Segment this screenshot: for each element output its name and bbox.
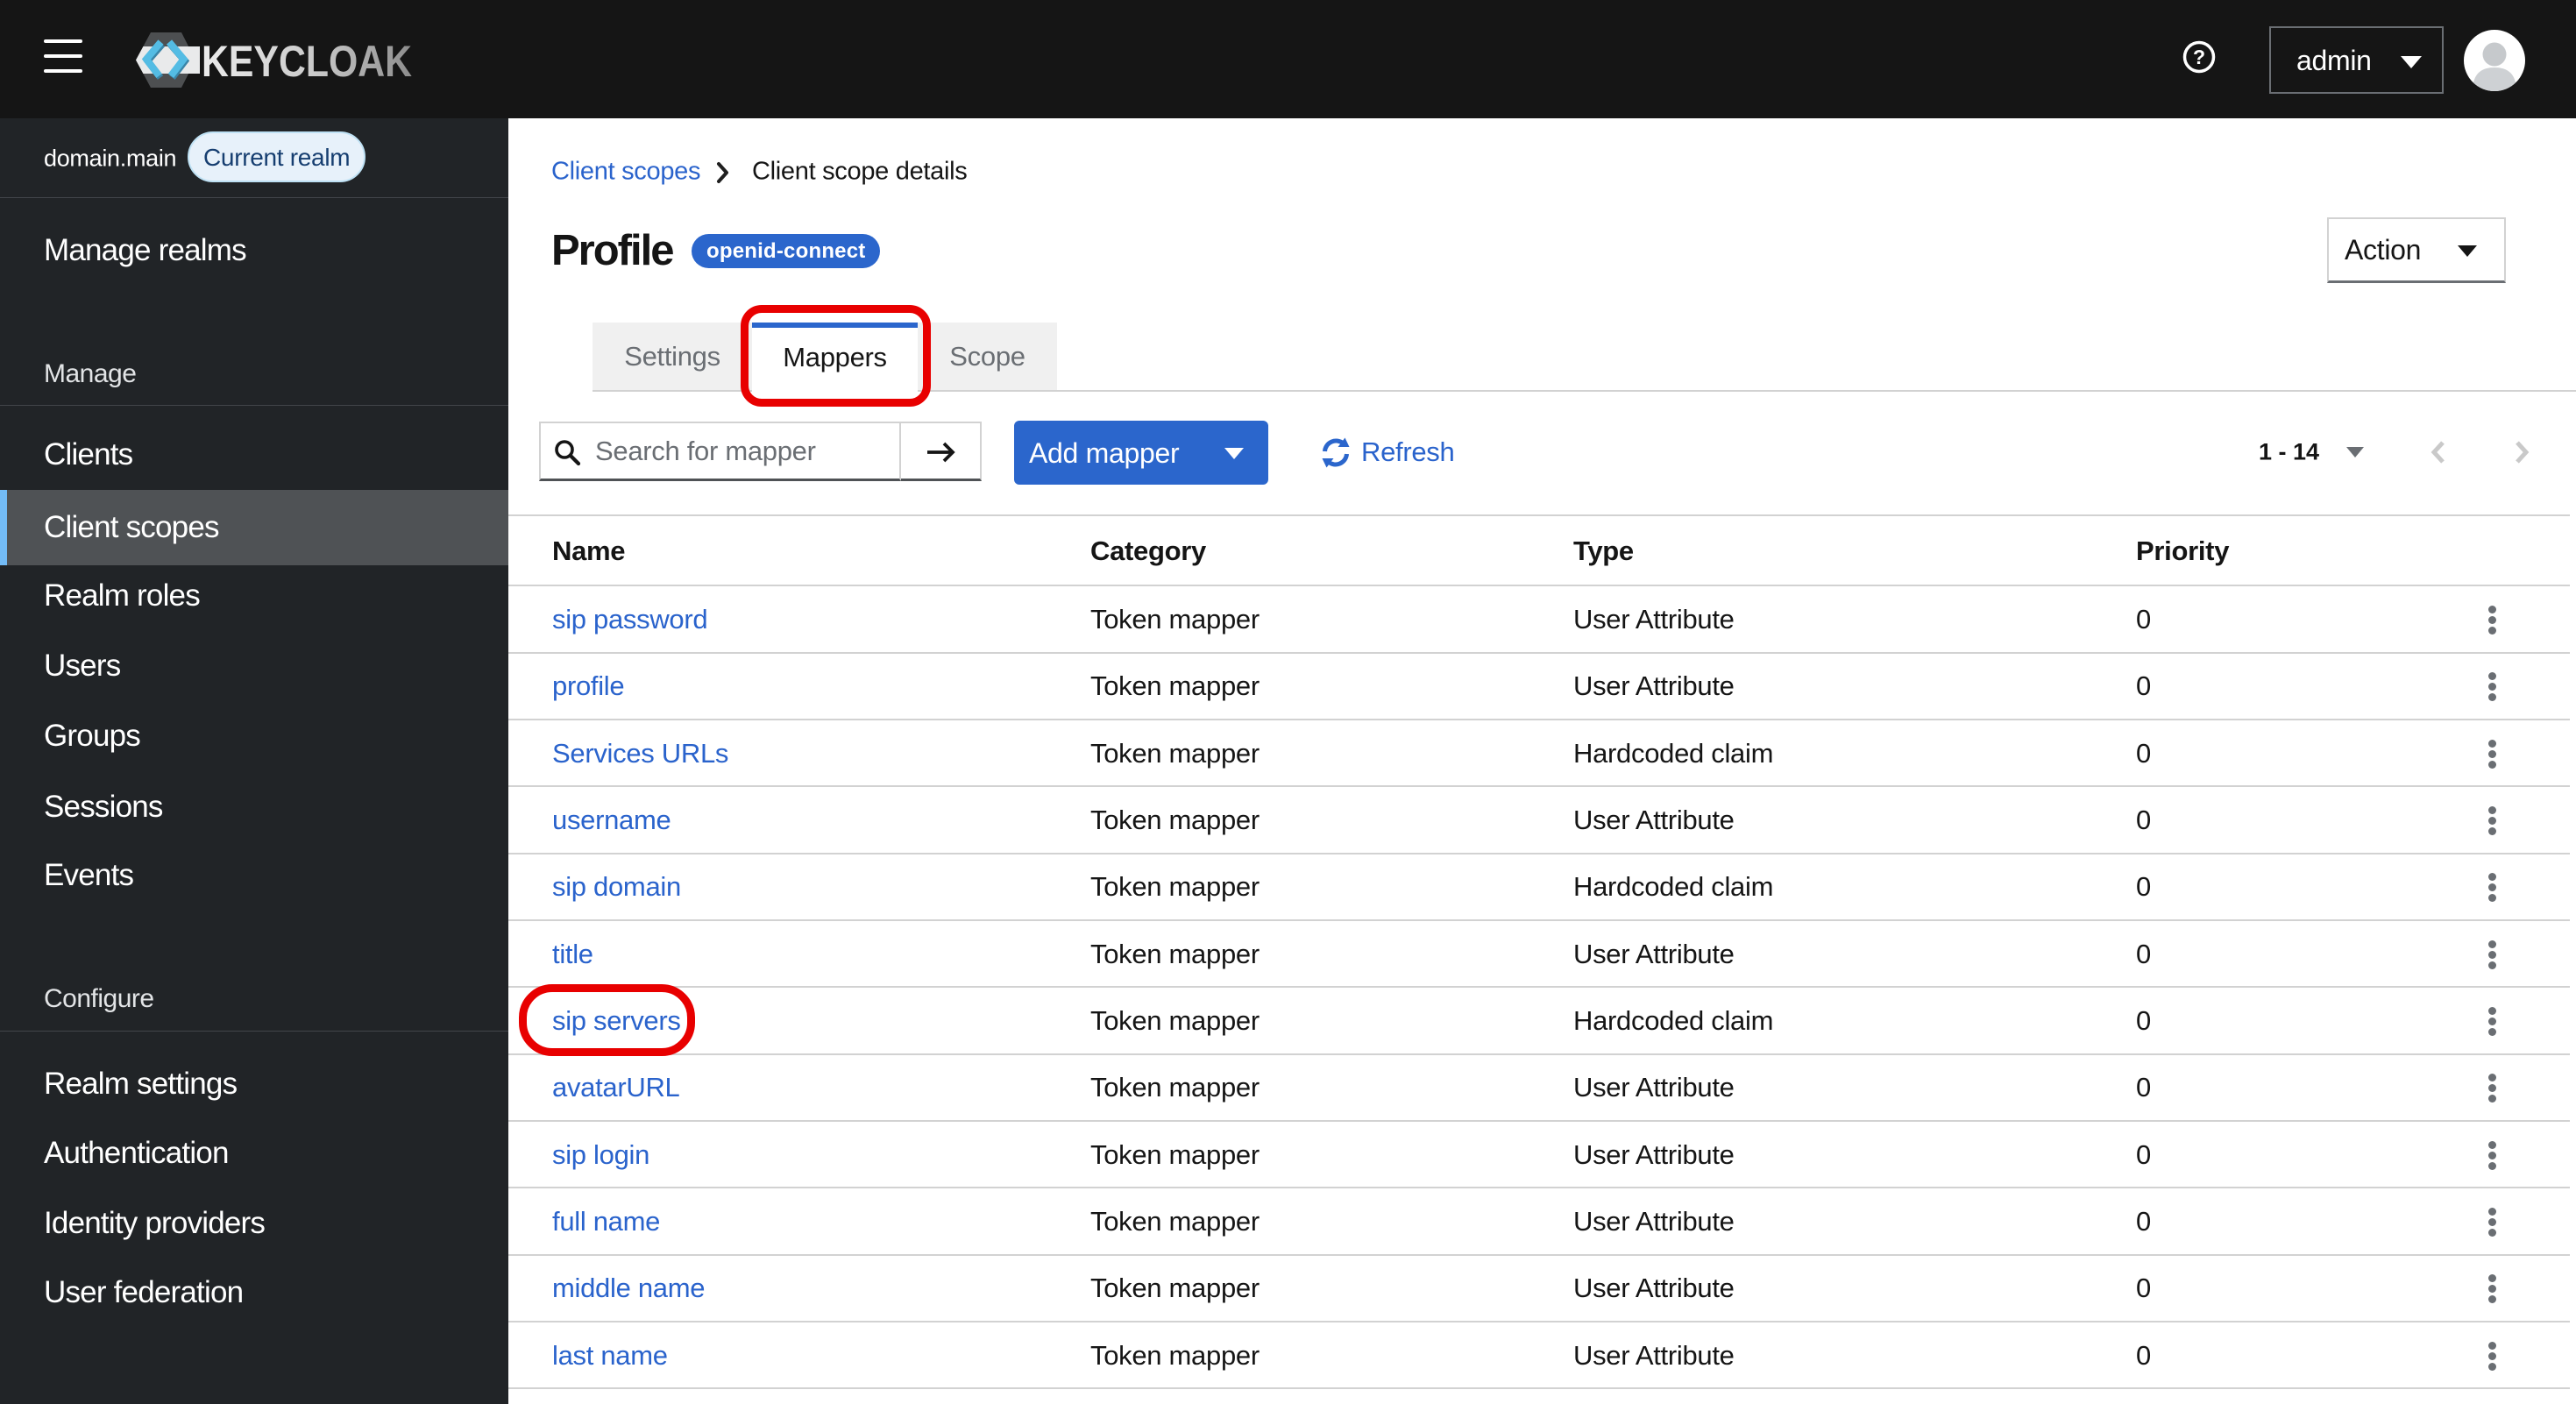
svg-text:KEYCLOAK: KEYCLOAK <box>202 37 412 86</box>
svg-text:?: ? <box>2193 46 2205 68</box>
